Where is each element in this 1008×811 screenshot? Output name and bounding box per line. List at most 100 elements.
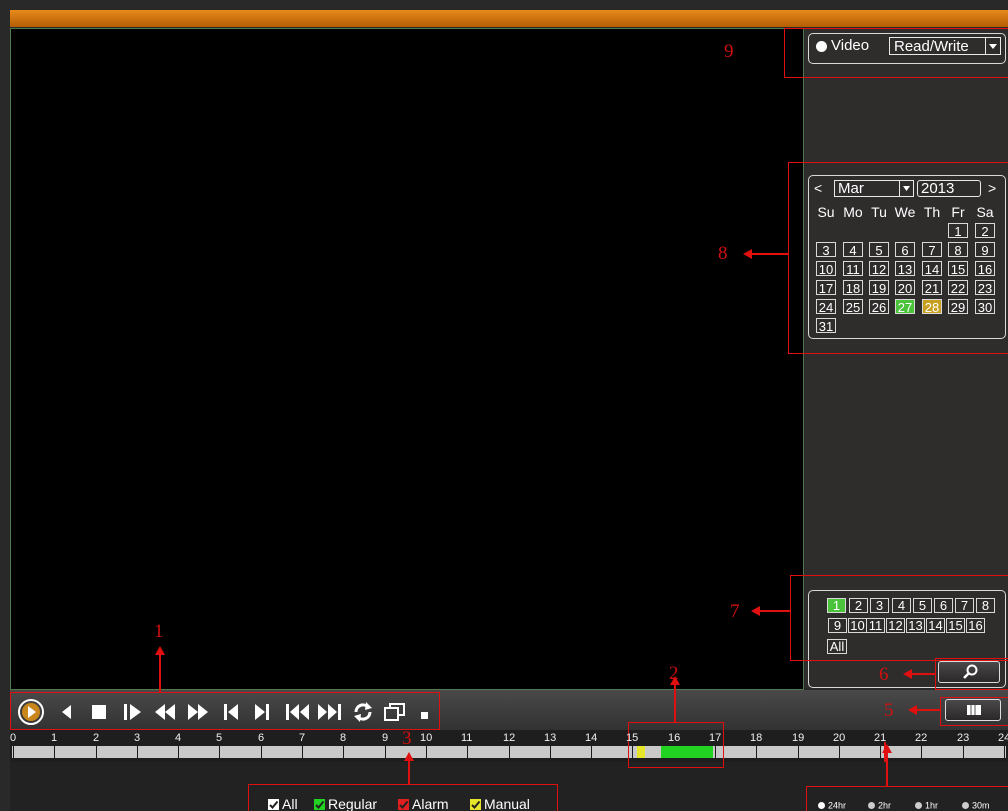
channel-button[interactable]: 16 [966, 618, 985, 633]
video-display-area[interactable] [10, 28, 804, 690]
timeline-tick [756, 746, 757, 758]
channel-button[interactable]: 10 [848, 618, 867, 633]
channel-button[interactable]: 11 [866, 618, 885, 633]
legend-alarm-checkbox[interactable]: Alarm [398, 797, 449, 811]
channel-button[interactable]: 9 [828, 618, 847, 633]
calendar-day[interactable]: 14 [922, 261, 942, 277]
annotation-leader [760, 610, 790, 612]
zoom-option-30m[interactable]: 30m [962, 800, 990, 811]
timeline-hour-label: 22 [915, 732, 928, 744]
record-segment-regular[interactable] [661, 746, 713, 758]
calendar-day[interactable]: 7 [922, 242, 942, 258]
calendar-day[interactable]: 10 [816, 261, 836, 277]
channel-button[interactable]: 12 [886, 618, 905, 633]
calendar-day[interactable]: 26 [869, 299, 889, 315]
calendar-day[interactable]: 29 [948, 299, 968, 315]
annotation-arrow [743, 249, 752, 259]
timeline-hour-label: 23 [957, 732, 970, 744]
channel-all-button[interactable]: All [827, 639, 847, 654]
channel-button[interactable]: 8 [976, 598, 995, 613]
timeline-tick [715, 746, 716, 758]
calendar-day[interactable]: 2 [975, 223, 995, 239]
calendar-day[interactable]: 16 [975, 261, 995, 277]
legend-manual-checkbox[interactable]: Manual [470, 797, 530, 811]
timeline-tick [839, 746, 840, 758]
timeline-hour-label: 19 [792, 732, 805, 744]
weekday-header: Sa [976, 204, 994, 220]
legend-all-checkbox[interactable]: All [268, 797, 298, 811]
legend-regular-checkbox[interactable]: Regular [314, 797, 377, 811]
annotation-box-controls [10, 692, 440, 730]
weekday-header: Fr [951, 204, 965, 220]
title-bar [10, 10, 1008, 27]
calendar-day[interactable]: 28 [922, 299, 942, 315]
channel-button[interactable]: 2 [849, 598, 868, 613]
channel-button[interactable]: 13 [906, 618, 925, 633]
calendar-day[interactable]: 22 [948, 280, 968, 296]
timeline-tick [550, 746, 551, 758]
annotation-box-search [935, 658, 1008, 690]
timeline-tick [96, 746, 97, 758]
timeline-tick [1004, 746, 1005, 758]
legend-label: Manual [484, 796, 530, 811]
zoom-option-1hr[interactable]: 1hr [915, 800, 938, 811]
channel-button[interactable]: 14 [926, 618, 945, 633]
timeline-hour-label: 16 [668, 732, 681, 744]
annotation-box-records [628, 722, 724, 768]
calendar-day[interactable]: 19 [869, 280, 889, 296]
timeline-tick [632, 746, 633, 758]
annotation-arrow [155, 646, 165, 655]
timeline-hour-label: 9 [382, 732, 389, 744]
calendar-day[interactable]: 6 [895, 242, 915, 258]
calendar-day[interactable]: 30 [975, 299, 995, 315]
calendar-day[interactable]: 18 [843, 280, 863, 296]
calendar-day[interactable]: 23 [975, 280, 995, 296]
annotation-label-2: 2 [669, 663, 679, 684]
zoom-option-2hr[interactable]: 2hr [868, 800, 891, 811]
weekday-header: Mo [843, 204, 863, 220]
calendar-day[interactable]: 25 [843, 299, 863, 315]
calendar-day[interactable]: 13 [895, 261, 915, 277]
timeline-hour-label: 10 [420, 732, 433, 744]
calendar-day[interactable]: 8 [948, 242, 968, 258]
annotation-arrow [751, 606, 760, 616]
timeline-tick [426, 746, 427, 758]
calendar-day[interactable]: 17 [816, 280, 836, 296]
legend-label: All [282, 796, 298, 811]
calendar-day[interactable]: 3 [816, 242, 836, 258]
channel-button[interactable]: 4 [892, 598, 911, 613]
calendar-day[interactable]: 9 [975, 242, 995, 258]
channel-button[interactable]: 7 [955, 598, 974, 613]
calendar-day[interactable]: 21 [922, 280, 942, 296]
timeline-hour-label: 0 [10, 732, 17, 744]
calendar-day[interactable]: 24 [816, 299, 836, 315]
channel-button[interactable]: 6 [934, 598, 953, 613]
channel-button[interactable]: 3 [870, 598, 889, 613]
calendar-day[interactable]: 4 [843, 242, 863, 258]
timeline-tick [178, 746, 179, 758]
weekday-header: Tu [871, 204, 887, 220]
calendar-day[interactable]: 11 [843, 261, 863, 277]
checkbox-icon [314, 798, 325, 810]
timeline-tick [137, 746, 138, 758]
annotation-arrow [903, 669, 912, 679]
channel-button[interactable]: 5 [913, 598, 932, 613]
calendar-day[interactable]: 1 [948, 223, 968, 239]
calendar-day[interactable]: 15 [948, 261, 968, 277]
calendar-day[interactable]: 27 [895, 299, 915, 315]
calendar-day[interactable]: 31 [816, 318, 836, 334]
annotation-leader [917, 709, 940, 711]
channel-button[interactable]: 15 [946, 618, 965, 633]
calendar-day[interactable]: 20 [895, 280, 915, 296]
timeline-hour-label: 3 [134, 732, 141, 744]
calendar-day[interactable]: 12 [869, 261, 889, 277]
timeline-tick [13, 746, 14, 758]
timeline-hour-label: 7 [299, 732, 306, 744]
channel-button[interactable]: 1 [827, 598, 846, 613]
zoom-option-24hr[interactable]: 24hr [818, 800, 846, 811]
timeline-tick [343, 746, 344, 758]
record-segment-manual[interactable] [636, 746, 645, 758]
timeline-tick [385, 746, 386, 758]
annotation-label-7: 7 [730, 601, 740, 622]
calendar-day[interactable]: 5 [869, 242, 889, 258]
